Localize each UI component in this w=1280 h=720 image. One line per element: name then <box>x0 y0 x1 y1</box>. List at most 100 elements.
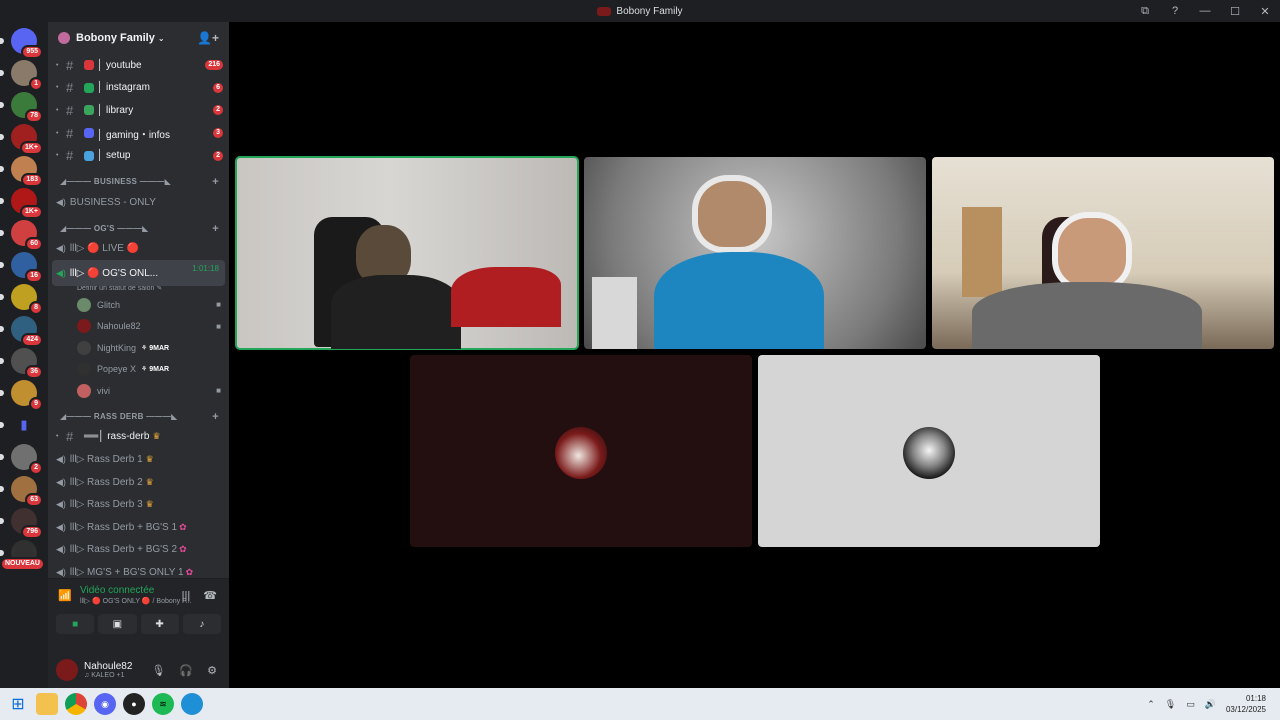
voice-user[interactable]: NightKing ⚘ 9MAR <box>48 337 229 359</box>
bullet-icon: • <box>56 129 59 137</box>
mention-badge: 424 <box>21 333 43 347</box>
avatar-tile-2[interactable] <box>758 355 1100 547</box>
mention-badge: 8 <box>29 301 43 315</box>
voice-user[interactable]: Glitch ■ <box>48 294 229 316</box>
server-icon[interactable]: NOUVEAU <box>0 540 45 571</box>
server-icon[interactable]: 78 <box>0 92 43 123</box>
clock-date: 03/12/2025 <box>1225 705 1266 714</box>
unread-pill <box>0 550 4 556</box>
mention-badge: 36 <box>25 365 43 379</box>
maximize-button[interactable]: ☐ <box>1220 5 1250 18</box>
add-channel-icon[interactable]: + <box>212 411 219 423</box>
noise-suppression-icon[interactable]: ||| <box>182 590 191 602</box>
display-icon[interactable]: ▭ <box>1186 699 1195 710</box>
mention-badge: 3 <box>213 128 223 139</box>
voice-channel[interactable]: ◀) lll▷ Rass Derb 3 ♛ <box>48 493 229 516</box>
channel-ogs-only[interactable]: ◀) lll▷ 🔴 OG'S ONL... 1:01:18 <box>52 260 225 287</box>
channel-rass-derb[interactable]: • # ══│ rass-derb ♛ <box>48 426 229 449</box>
category-rass-derb[interactable]: ◢——— RASS DERB ———◣ + <box>48 408 229 426</box>
text-channel[interactable]: • # │ gaming・infos 3 <box>48 122 229 145</box>
guild-name: Bobony Family <box>76 32 155 44</box>
screen-share-button[interactable]: ▣ <box>98 614 137 634</box>
voice-user[interactable]: vivi ■ <box>48 380 229 402</box>
server-icon[interactable]: 2 <box>0 444 43 475</box>
add-channel-icon[interactable]: + <box>212 223 219 235</box>
server-icon[interactable]: 1K+ <box>0 124 43 155</box>
category-ogs[interactable]: ◢——— OG'S ———◣ + <box>48 220 229 238</box>
add-channel-icon[interactable]: + <box>212 176 219 188</box>
voice-channel[interactable]: ◀) lll▷ MG'S + BG'S ONLY 1 ✿ <box>48 561 229 578</box>
close-button[interactable]: ✕ <box>1250 5 1280 18</box>
text-channel[interactable]: • # │ library 2 <box>48 99 229 122</box>
edge-icon[interactable] <box>181 693 203 715</box>
text-channel[interactable]: • # │ instagram 6 <box>48 77 229 100</box>
channel-emoji-icon <box>84 128 94 139</box>
microphone-icon[interactable]: 🎙 <box>151 664 165 677</box>
invite-icon[interactable]: 👤+ <box>197 31 219 45</box>
gear-icon[interactable]: ⚙ <box>207 664 217 677</box>
category-business[interactable]: ◢——— BUSINESS ———◣ + <box>48 173 229 191</box>
server-folder-icon[interactable]: ▮ <box>0 412 37 438</box>
mention-badge: 9 <box>29 397 43 411</box>
server-icon[interactable]: 63 <box>0 476 43 507</box>
channel-live[interactable]: ◀) lll▷ 🔴 LIVE 🔴 <box>48 238 229 261</box>
unread-pill <box>0 422 4 428</box>
server-icon[interactable]: 183 <box>0 156 43 187</box>
mention-badge: 1K+ <box>19 141 43 155</box>
voice-channel[interactable]: ◀) lll▷ Rass Derb + BG'S 1 ✿ <box>48 516 229 539</box>
help-icon[interactable]: ? <box>1160 5 1190 17</box>
server-icon[interactable]: 424 <box>0 316 43 347</box>
person-head <box>1052 212 1132 292</box>
file-explorer-icon[interactable] <box>36 693 58 715</box>
voice-channel[interactable]: ◀) lll▷ Rass Derb 2 ♛ <box>48 471 229 494</box>
video-tile-1[interactable] <box>235 156 579 350</box>
voice-user[interactable]: Popeye X ⚘ 9MAR <box>48 359 229 381</box>
mention-badge: 1 <box>29 77 43 91</box>
server-icon[interactable]: 16 <box>0 252 43 283</box>
github-icon[interactable]: ● <box>123 693 145 715</box>
chevron-up-icon[interactable]: ⌃ <box>1147 699 1155 710</box>
chrome-icon[interactable] <box>65 693 87 715</box>
hash-icon: # <box>66 102 74 118</box>
hash-icon: # <box>66 80 74 96</box>
clock[interactable]: 01:18 03/12/2025 <box>1226 693 1266 715</box>
channel-name: │ library <box>97 104 134 116</box>
soundboard-button[interactable]: ♪ <box>182 614 221 634</box>
server-icon[interactable]: 1 <box>0 60 43 91</box>
server-icon[interactable]: 1K+ <box>0 188 43 219</box>
unread-pill <box>0 358 4 364</box>
speaker-icon: ◀) <box>56 521 66 532</box>
avatar <box>77 297 91 312</box>
server-icon[interactable]: 36 <box>0 348 43 379</box>
guild-header[interactable]: Bobony Family ⌄ 👤+ <box>48 22 229 54</box>
avatar[interactable] <box>56 659 78 681</box>
server-icon[interactable]: 9 <box>0 380 43 411</box>
voice-channel[interactable]: ◀) lll▷ Rass Derb 1 ♛ <box>48 448 229 471</box>
text-channel[interactable]: • # │ youtube 216 <box>48 54 229 77</box>
voice-user[interactable]: Nahoule82 ■ <box>48 316 229 338</box>
voice-channel[interactable]: ◀) lll▷ Rass Derb + BG'S 2 ✿ <box>48 539 229 562</box>
minimize-button[interactable]: — <box>1190 5 1220 17</box>
avatar-tile-1[interactable] <box>410 355 752 547</box>
headphones-icon[interactable]: 🎧 <box>179 664 193 677</box>
camera-button[interactable]: ■ <box>56 614 95 634</box>
screen-share-icon[interactable]: ⧉ <box>1130 5 1160 18</box>
server-icon[interactable]: 8 <box>0 284 43 315</box>
avatar <box>77 362 91 377</box>
server-icon[interactable]: 955 <box>0 28 43 59</box>
volume-icon[interactable]: 🔊 <box>1205 699 1216 710</box>
start-button[interactable]: ⊞ <box>7 693 29 715</box>
video-tile-2[interactable] <box>584 157 926 349</box>
title-bar: Bobony Family ⧉ ? — ☐ ✕ <box>0 0 1280 22</box>
server-icon[interactable]: 60 <box>0 220 43 251</box>
text-channel[interactable]: • # │ setup 2 <box>48 144 229 167</box>
server-icon[interactable]: 796 <box>0 508 43 539</box>
microphone-icon[interactable]: 🎙 <box>1165 699 1176 710</box>
spotify-icon[interactable]: ≋ <box>152 693 174 715</box>
video-tile-3[interactable] <box>932 157 1274 349</box>
bullet-icon: • <box>56 84 59 92</box>
channel-business-only[interactable]: ◀) BUSINESS - ONLY <box>48 191 229 214</box>
disconnect-icon[interactable]: ☎ <box>203 590 217 602</box>
activities-button[interactable]: ✚ <box>140 614 179 634</box>
discord-icon[interactable]: ◉ <box>94 693 116 715</box>
